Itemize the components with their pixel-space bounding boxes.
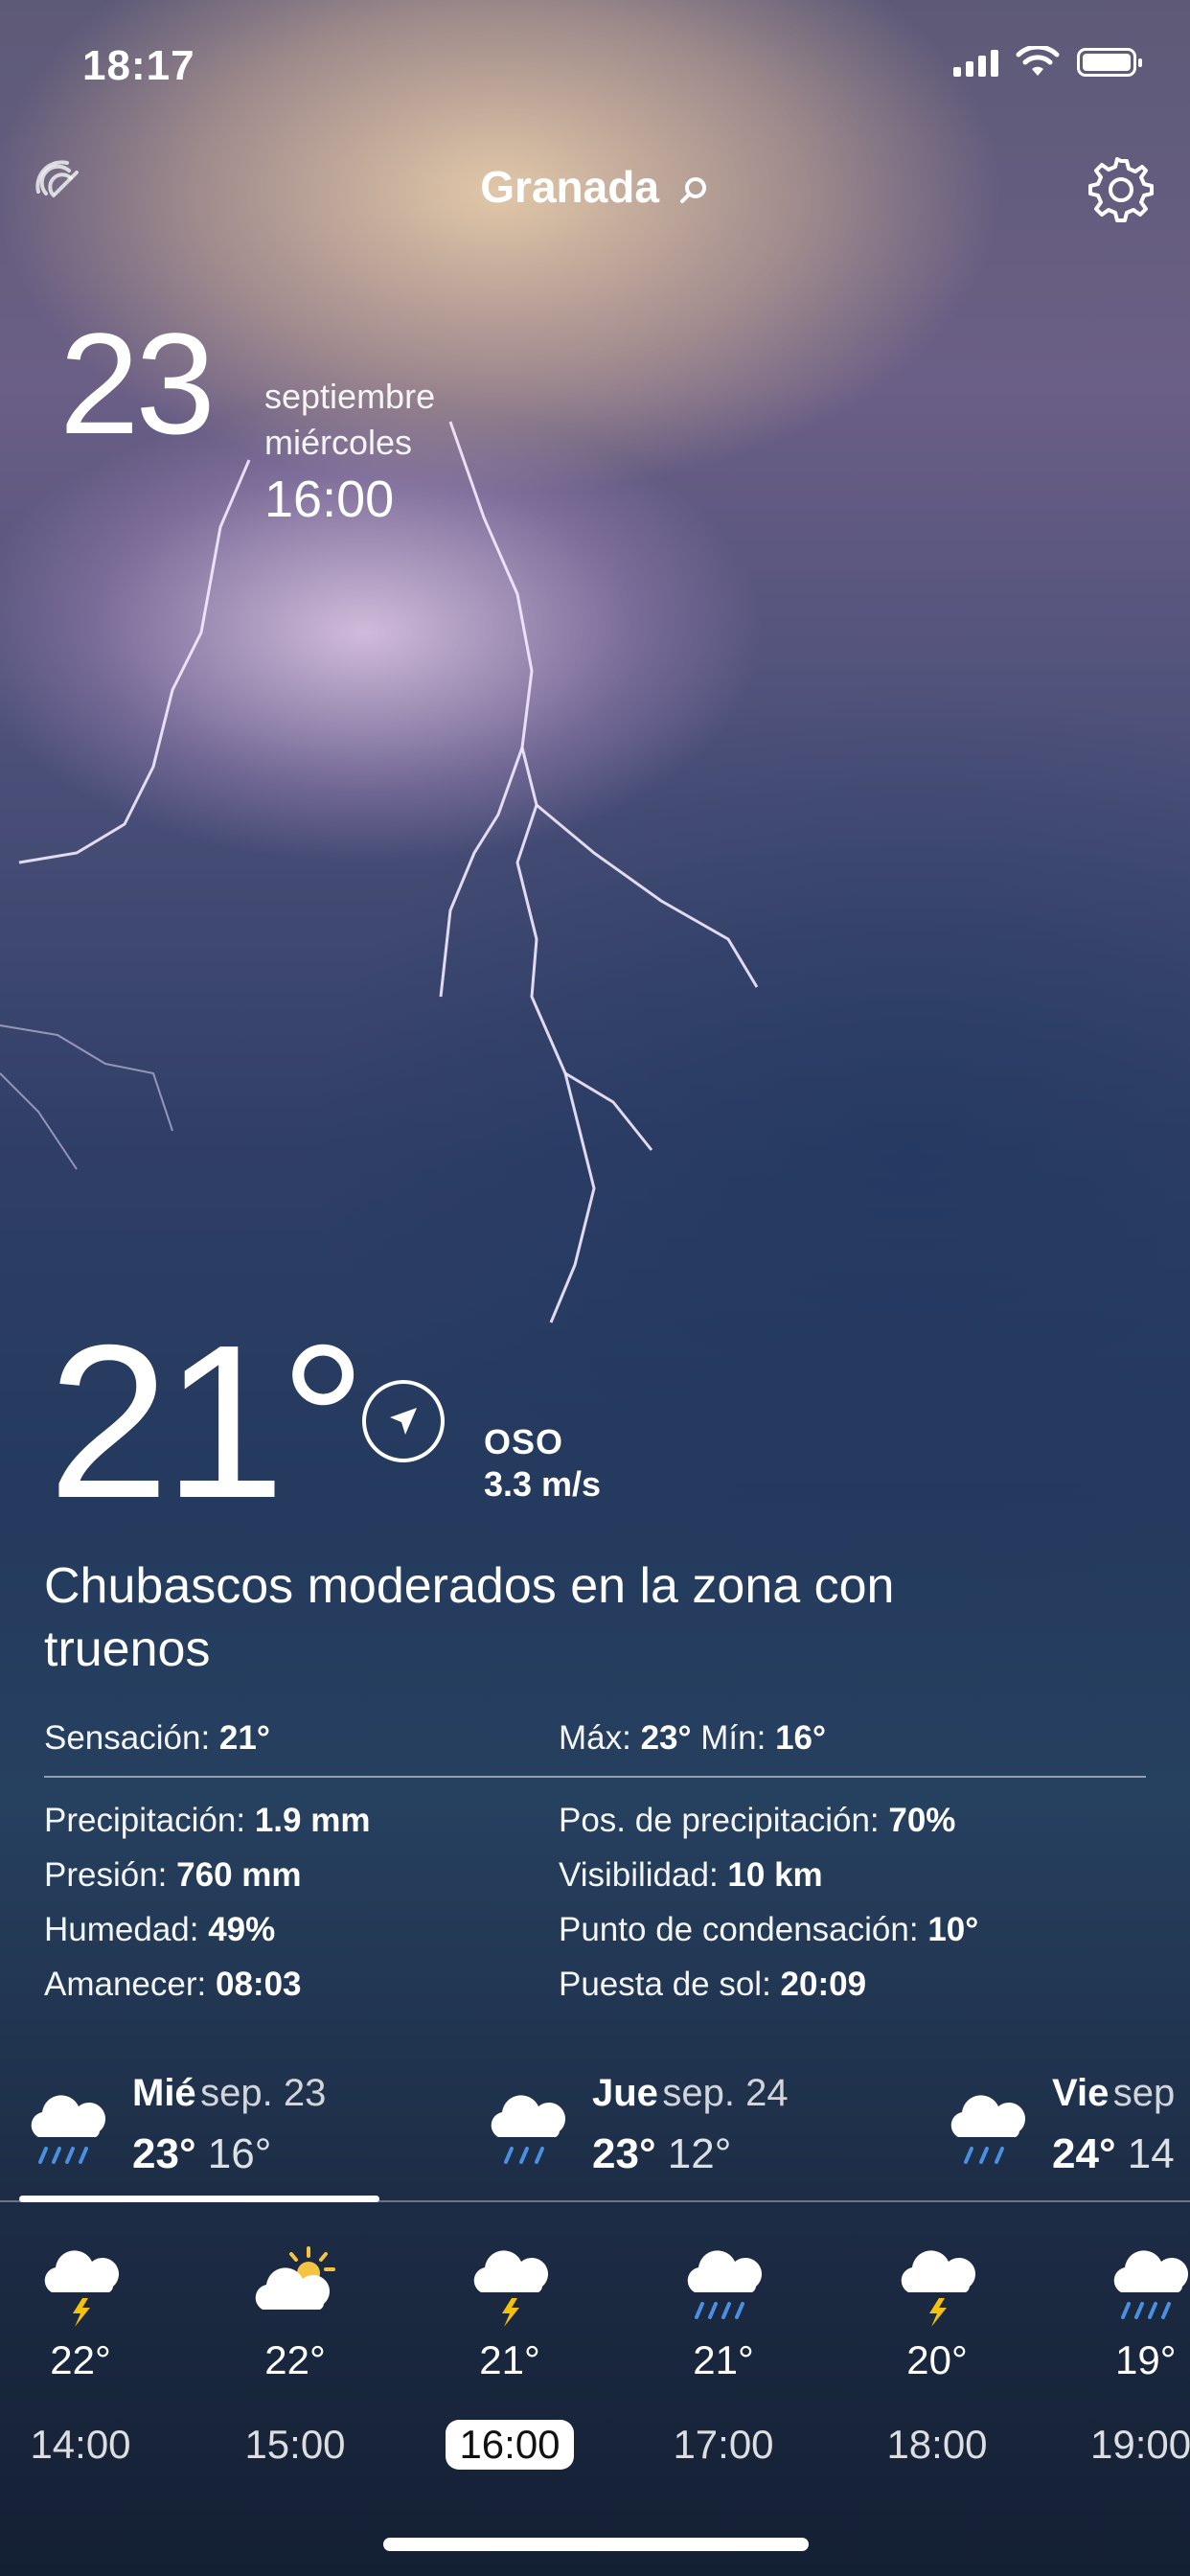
hour-item[interactable]: 21° 17:00 xyxy=(637,2242,810,2470)
date-weekday: miércoles xyxy=(264,423,413,462)
sunset: Puesta de sol: 20:09 xyxy=(559,1966,867,2003)
day-item-wed[interactable]: Mié sep. 23 23° 16° xyxy=(21,2072,326,2178)
hour-time: 14:00 xyxy=(30,2422,131,2467)
day-name: Jue xyxy=(592,2072,658,2114)
hour-item[interactable]: 20° 18:00 xyxy=(851,2242,1023,2470)
wifi-icon xyxy=(1016,46,1060,76)
rain-cloud-icon xyxy=(31,2095,106,2164)
day-min: 16° xyxy=(207,2130,272,2177)
hour-temp: 22° xyxy=(264,2337,326,2382)
rain-cloud-icon xyxy=(491,2095,566,2164)
max-min: Máx: 23° Mín: 16° xyxy=(559,1719,827,1757)
hour-temp: 21° xyxy=(479,2337,540,2382)
thunder-cloud-icon xyxy=(901,2250,976,2327)
date-month: septiembre xyxy=(264,377,436,416)
day-max: 23° xyxy=(592,2130,656,2177)
visibility: Visibilidad: 10 km xyxy=(559,1856,823,1894)
sunrise: Amanecer: 08:03 xyxy=(44,1966,302,2003)
day-name: Vie xyxy=(1052,2072,1110,2114)
divider xyxy=(44,1776,1146,1778)
day-max: 23° xyxy=(132,2130,196,2177)
day-item-thu[interactable]: Jue sep. 24 23° 12° xyxy=(481,2072,789,2178)
search-icon xyxy=(679,176,706,203)
day-min: 14 xyxy=(1127,2130,1175,2177)
hour-item[interactable]: 22° 15:00 xyxy=(209,2242,381,2470)
status-icons xyxy=(953,46,1142,79)
hour-time: 17:00 xyxy=(673,2422,774,2467)
hour-temp: 20° xyxy=(906,2337,968,2382)
day-date: sep. 23 xyxy=(200,2072,327,2114)
humidity: Humedad: 49% xyxy=(44,1911,276,1948)
rain-cloud-icon xyxy=(950,2095,1026,2164)
hour-time: 18:00 xyxy=(886,2422,988,2467)
day-date: sep. 24 xyxy=(662,2072,789,2114)
day-item-fri[interactable]: Vie sep 24° 14 xyxy=(941,2072,1190,2178)
hour-time: 16:00 xyxy=(446,2420,574,2470)
precipitation-probability: Pos. de precipitación: 70% xyxy=(559,1802,956,1839)
hour-temp: 22° xyxy=(50,2337,111,2382)
thunder-cloud-icon xyxy=(44,2250,120,2327)
rain-cloud-icon xyxy=(1113,2250,1189,2319)
status-time: 18:17 xyxy=(82,42,195,89)
current-temperature: 21° xyxy=(48,1300,367,1544)
battery-icon xyxy=(1077,48,1142,77)
wind-speed: 3.3 m/s xyxy=(484,1464,602,1504)
pressure: Presión: 760 mm xyxy=(44,1856,302,1894)
signal-icon xyxy=(953,48,998,77)
date-time: 16:00 xyxy=(264,471,395,528)
day-number: 23 xyxy=(59,303,216,464)
hour-time: 19:00 xyxy=(1090,2422,1190,2467)
hour-item-selected[interactable]: 21° 16:00 xyxy=(423,2242,596,2470)
day-max: 24° xyxy=(1052,2130,1116,2177)
precipitation: Precipitación: 1.9 mm xyxy=(44,1802,371,1839)
condition-text: Chubascos moderados en la zona con truen… xyxy=(44,1558,895,1677)
dew-point: Punto de condensación: 10° xyxy=(559,1911,979,1948)
hour-item[interactable]: 22° 14:00 xyxy=(0,2242,167,2470)
wind-direction: OSO xyxy=(484,1422,564,1461)
gear-icon[interactable] xyxy=(1087,155,1156,224)
hour-temp: 21° xyxy=(693,2337,754,2382)
wind-arrow-icon xyxy=(362,1380,445,1462)
city-name: Granada xyxy=(480,162,659,212)
city-search-button[interactable]: Granada xyxy=(0,161,1190,213)
day-name: Mié xyxy=(132,2072,196,2114)
rain-cloud-icon xyxy=(687,2250,763,2319)
sun-cloud-icon xyxy=(255,2246,335,2310)
selected-day-indicator xyxy=(19,2196,379,2202)
day-date: sep xyxy=(1112,2072,1176,2114)
hour-item[interactable]: 19° 19:00 xyxy=(1064,2242,1190,2470)
feels-like: Sensación: 21° xyxy=(44,1719,270,1757)
thunder-cloud-icon xyxy=(473,2250,549,2327)
hour-time: 15:00 xyxy=(244,2422,346,2467)
day-min: 12° xyxy=(667,2130,732,2177)
home-indicator[interactable] xyxy=(383,2538,809,2551)
hour-temp: 19° xyxy=(1115,2337,1177,2382)
